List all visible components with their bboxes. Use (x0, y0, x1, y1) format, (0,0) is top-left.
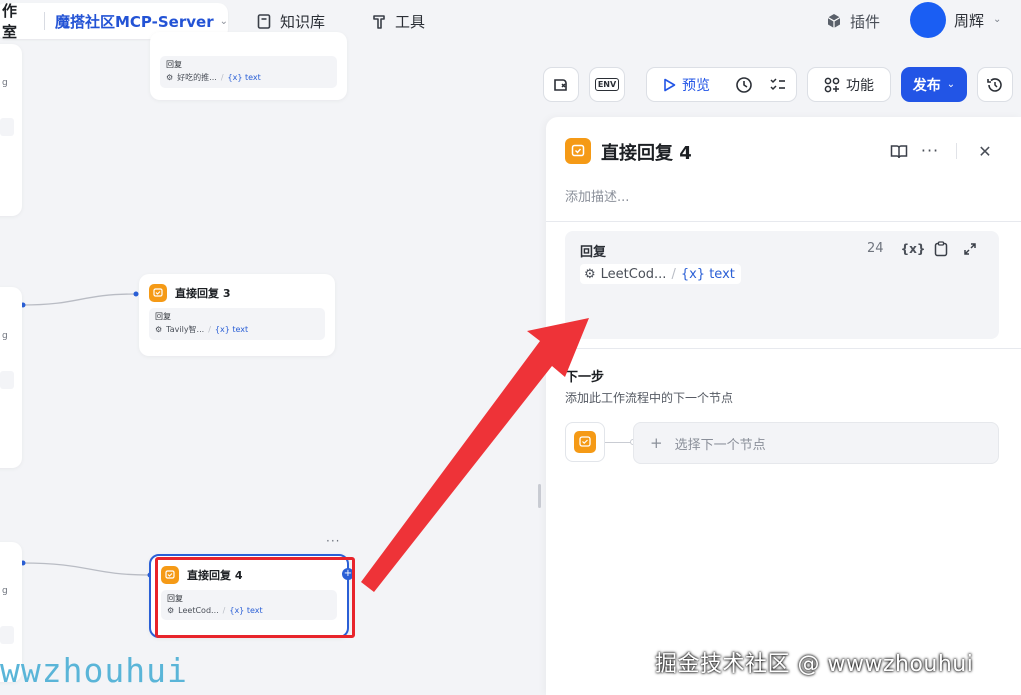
reply-node-3[interactable]: 直接回复 3 回复 ⚙ Tavily智... / {x} text (139, 274, 335, 356)
edge (21, 562, 151, 576)
cube-icon (826, 13, 842, 29)
node-field (0, 118, 14, 136)
node-settings-panel: 直接回复 4 ··· ✕ 添加描述... 回复 24 {x} ⚙ LeetCod… (546, 117, 1021, 695)
node-text-fragment: g (2, 586, 8, 596)
nav-tools[interactable]: 工具 (371, 8, 425, 34)
plus-icon: + (650, 434, 663, 452)
nav-knowledge-base-label: 知识库 (280, 12, 326, 31)
panel-title[interactable]: 直接回复 4 (601, 139, 692, 165)
chip-separator: / (220, 73, 224, 82)
node-field-label: 回复 (155, 312, 171, 321)
expand-icon[interactable] (959, 238, 981, 260)
chip-variable: {x} text (680, 266, 735, 282)
edge (21, 293, 137, 306)
version-history-button[interactable] (977, 67, 1013, 102)
partial-node[interactable]: g (0, 287, 22, 468)
reply-node-icon (565, 138, 591, 164)
features-button[interactable]: 功能 (807, 67, 891, 102)
watermark-right: 掘金技术社区 @ wwwzhouhui (655, 652, 974, 677)
reply-label: 回复 (580, 245, 607, 260)
divider (956, 143, 957, 159)
chevron-down-icon[interactable]: ⌄ (993, 14, 1001, 25)
book-open-icon[interactable] (888, 141, 910, 163)
edge-handle (133, 291, 139, 297)
next-step-description: 添加此工作流程中的下一个节点 (565, 391, 734, 405)
preview-group[interactable]: 预览 (646, 67, 797, 102)
select-next-node-label: 选择下一个节点 (674, 437, 766, 453)
brain-icon: ⚙ (584, 266, 596, 282)
checklist-icon (554, 78, 567, 91)
checklist-icon[interactable] (769, 76, 787, 94)
workspace-name: 作室 (2, 2, 18, 41)
node-field (0, 371, 14, 389)
connector-line (605, 442, 633, 443)
hammer-icon (371, 13, 387, 29)
reply-node-icon (149, 284, 167, 302)
node-reply-field: 回复 ⚙ 好吃的推... / {x} text (160, 56, 337, 88)
variable-chip: ⚙ 好吃的推... / {x} text (166, 72, 331, 83)
chevron-down-icon: ⌄ (219, 15, 228, 27)
plugins-label: 插件 (850, 12, 881, 31)
user-name[interactable]: 周辉 (954, 10, 984, 31)
brain-icon: ⚙ (155, 325, 163, 334)
plugins-button[interactable]: 插件 (826, 8, 880, 34)
partial-node[interactable]: g (0, 44, 22, 216)
divider (43, 12, 45, 30)
divider (546, 221, 1021, 222)
workflow-canvas[interactable]: g g g 回复 ⚙ 好吃的推... / {x} text 直接回复 3 回复 … (0, 32, 546, 695)
reply-editor[interactable]: 回复 24 {x} ⚙ LeetCod... / {x} text (565, 231, 999, 339)
history-icon (987, 77, 1002, 92)
history-run-icon[interactable] (735, 76, 753, 94)
clipboard-icon[interactable] (930, 238, 952, 260)
env-button[interactable]: ENV (589, 67, 625, 102)
current-node-icon (565, 422, 605, 462)
chip-variable: {x} text (227, 73, 261, 82)
chip-source: Tavily智... (166, 325, 205, 334)
publish-label: 发布 (912, 77, 941, 94)
brain-icon: ⚙ (166, 73, 174, 82)
apps-icon (824, 77, 840, 92)
variable-chip[interactable]: ⚙ LeetCod... / {x} text (580, 264, 741, 284)
chevron-down-icon: ⌄ (946, 79, 956, 90)
play-icon (664, 78, 676, 91)
resize-handle[interactable] (538, 484, 541, 508)
select-next-node-button[interactable]: + 选择下一个节点 (633, 422, 999, 464)
avatar[interactable] (910, 2, 946, 38)
node-field-label: 回复 (166, 60, 182, 69)
chip-separator: / (208, 325, 211, 334)
reply-node-icon (574, 431, 596, 453)
insert-variable-icon[interactable]: {x} (901, 238, 926, 260)
node-reply-field: 回复 ⚙ Tavily智... / {x} text (149, 308, 325, 340)
divider (546, 348, 1021, 349)
watermark-left: wwzhouhui (0, 651, 188, 690)
char-count: 24 (867, 241, 884, 256)
variable-chip: ⚙ Tavily智... / {x} text (155, 324, 319, 335)
chip-source: LeetCod... (600, 266, 667, 282)
description-input[interactable]: 添加描述... (565, 186, 629, 205)
reply-node-partial[interactable]: 回复 ⚙ 好吃的推... / {x} text (150, 32, 347, 100)
issues-button[interactable] (543, 67, 579, 102)
preview-button[interactable]: 预览 (682, 75, 710, 95)
close-icon[interactable]: ✕ (974, 140, 996, 162)
node-text-fragment: g (2, 78, 8, 88)
node-text-fragment: g (2, 331, 8, 341)
env-icon: ENV (594, 78, 620, 91)
nav-knowledge-base[interactable]: 知识库 (256, 8, 325, 34)
book-icon (256, 13, 272, 29)
nav-tools-label: 工具 (395, 12, 426, 31)
publish-button[interactable]: 发布 ⌄ (901, 67, 967, 102)
highlight-box (155, 557, 355, 638)
chip-source: 好吃的推... (177, 73, 217, 82)
more-icon[interactable]: ··· (919, 139, 941, 161)
node-header: 直接回复 3 (139, 274, 335, 308)
next-step-title: 下一步 (565, 370, 605, 385)
project-name: 魔搭社区MCP-Server (54, 12, 214, 31)
chip-variable: {x} text (214, 325, 249, 334)
node-field (0, 626, 14, 644)
features-label: 功能 (846, 77, 874, 94)
chip-separator: / (671, 266, 676, 282)
node-more-icon[interactable]: ··· (326, 534, 340, 548)
node-title: 直接回复 3 (175, 287, 231, 300)
